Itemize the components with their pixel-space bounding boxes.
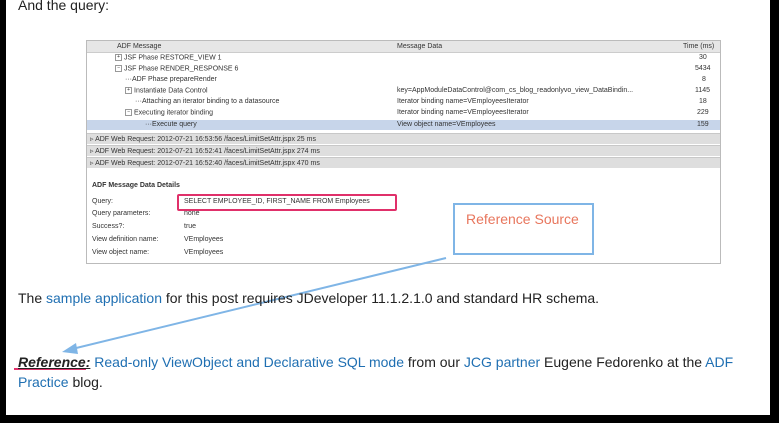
paragraph-sample-app: The sample application for this post req… [18,288,599,308]
jcg-partner-link[interactable]: JCG partner [464,354,540,370]
reference-label: Reference: [18,354,91,370]
blog-content: And the query: ADF Message Message Data … [6,0,770,415]
text: for this post requires JDeveloper 11.1.2… [161,290,600,306]
sample-application-link[interactable]: sample application [46,290,162,306]
text: from our [403,354,464,370]
text: Eugene Fedorenko at the [540,354,706,370]
readonly-viewobject-link[interactable]: Read-only ViewObject and Declarative SQL… [94,354,404,370]
paragraph-reference: Reference: Read-only ViewObject and Decl… [18,352,768,392]
text: blog. [68,374,103,390]
page: And the query: ADF Message Message Data … [0,0,779,423]
text: The [18,290,47,306]
